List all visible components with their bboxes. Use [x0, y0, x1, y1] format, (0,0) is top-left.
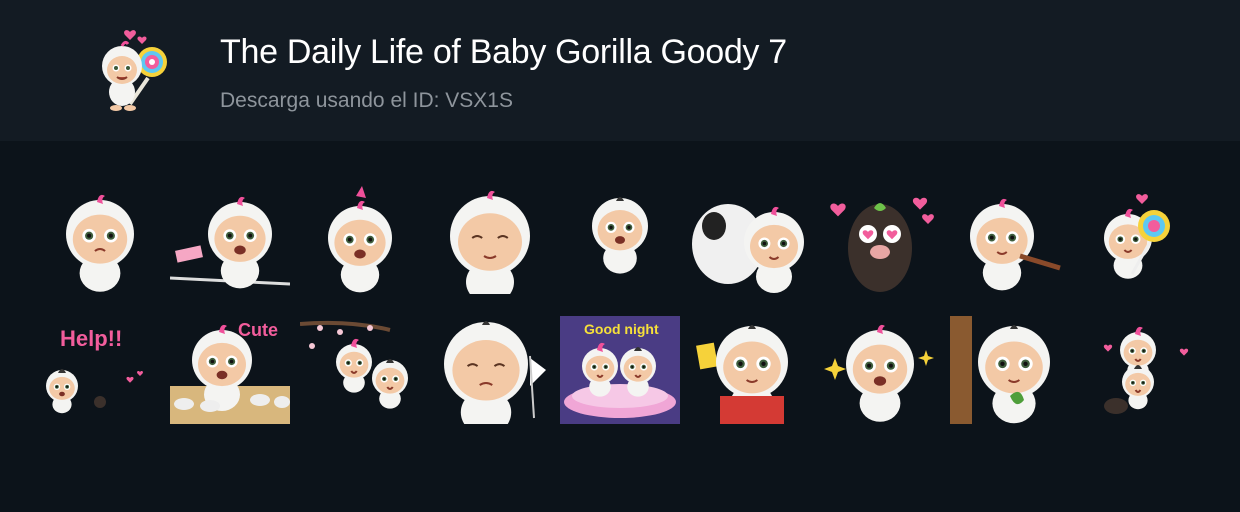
sticker-yellow-card[interactable]	[690, 316, 810, 424]
sticker-scared[interactable]	[300, 186, 420, 294]
sticker-sausage[interactable]	[950, 186, 1070, 294]
pack-download-id: Descarga usando el ID: VSX1S	[220, 89, 513, 112]
sticker-tree-leaf[interactable]	[950, 316, 1070, 424]
sticker-lollipop[interactable]	[1080, 186, 1200, 294]
pack-thumbnail[interactable]	[92, 26, 184, 118]
help-text: Help!!	[60, 326, 122, 351]
sticker-crying-rope[interactable]	[170, 186, 290, 294]
sticker-jumping[interactable]	[560, 186, 680, 294]
sticker-worried[interactable]	[40, 186, 160, 294]
sticker-sparkle-eyes[interactable]	[820, 316, 940, 424]
sticker-praying[interactable]	[430, 186, 550, 294]
sticker-good-night[interactable]: Good night	[560, 316, 680, 424]
sticker-cute-cupcakes[interactable]: Cute	[170, 316, 290, 424]
sticker-mole-hearts[interactable]	[820, 186, 940, 294]
sticker-pack-header: The Daily Life of Baby Gorilla Goody 7 D…	[0, 0, 1240, 141]
sticker-stacked-babies[interactable]	[1080, 316, 1200, 424]
goodnight-text: Good night	[584, 321, 659, 337]
pack-title: The Daily Life of Baby Gorilla Goody 7	[220, 33, 787, 71]
sticker-hugging-panda[interactable]	[690, 186, 810, 294]
sticker-grid: Help!! Cute Good night	[0, 141, 1240, 512]
sticker-help[interactable]: Help!!	[40, 316, 160, 424]
sticker-cherry-blossom[interactable]	[300, 316, 420, 424]
cute-text: Cute	[238, 320, 278, 340]
sticker-white-flag[interactable]	[430, 316, 550, 424]
